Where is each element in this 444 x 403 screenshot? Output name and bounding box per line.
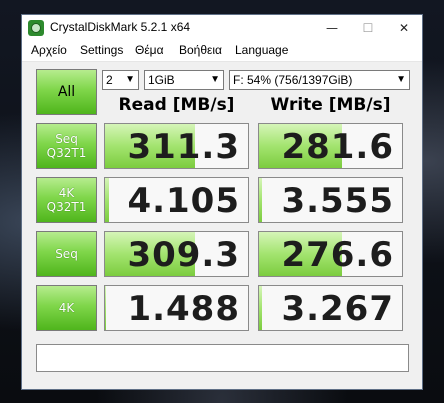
seq-q32t1-button[interactable]: Seq Q32T1 bbox=[36, 123, 97, 169]
read-value: 1.488 bbox=[127, 289, 240, 329]
row-label-line2: Q32T1 bbox=[46, 146, 87, 160]
menu-theme[interactable]: Θέμα bbox=[135, 43, 164, 57]
4k-q32t1-write-result: 3.555 bbox=[258, 177, 403, 223]
maximize-button[interactable]: ☐ bbox=[350, 15, 386, 41]
read-column-header: Read [MB/s] bbox=[118, 95, 235, 115]
write-value: 3.267 bbox=[281, 289, 394, 329]
4k-read-result: 1.488 bbox=[104, 285, 249, 331]
write-value: 281.6 bbox=[281, 127, 394, 167]
drive-select[interactable]: F: 54% (756/1397GiB) ▼ bbox=[229, 70, 410, 90]
test-count-select[interactable]: 2 ▼ bbox=[102, 70, 139, 90]
test-size-select[interactable]: 1GiB ▼ bbox=[144, 70, 224, 90]
chevron-down-icon: ▼ bbox=[396, 74, 406, 85]
4k-q32t1-button[interactable]: 4K Q32T1 bbox=[36, 177, 97, 223]
read-bar bbox=[105, 178, 110, 222]
chevron-down-icon: ▼ bbox=[125, 74, 135, 85]
close-button[interactable]: ✕ bbox=[386, 15, 422, 41]
run-all-button[interactable]: All bbox=[36, 69, 97, 115]
title-bar: CrystalDiskMark 5.2.1 x64 — ☐ ✕ bbox=[22, 15, 422, 41]
menu-language[interactable]: Language bbox=[235, 43, 288, 57]
drive-value: F: 54% (756/1397GiB) bbox=[233, 73, 353, 87]
write-value: 3.555 bbox=[281, 181, 394, 221]
test-size-value: 1GiB bbox=[148, 73, 175, 87]
write-bar bbox=[259, 286, 262, 330]
row-label-line2: Q32T1 bbox=[46, 200, 87, 214]
read-value: 4.105 bbox=[127, 181, 240, 221]
seq-read-result: 309.3 bbox=[104, 231, 249, 277]
write-bar bbox=[259, 178, 262, 222]
window-title: CrystalDiskMark 5.2.1 x64 bbox=[50, 20, 191, 34]
test-count-value: 2 bbox=[106, 73, 113, 87]
row-label-line1: 4K bbox=[58, 186, 75, 200]
4k-q32t1-read-result: 4.105 bbox=[104, 177, 249, 223]
row-label-line1: Seq bbox=[55, 247, 78, 261]
minimize-button[interactable]: — bbox=[314, 15, 350, 41]
seq-button[interactable]: Seq bbox=[36, 231, 97, 277]
write-column-header: Write [MB/s] bbox=[270, 95, 391, 115]
chevron-down-icon: ▼ bbox=[210, 74, 220, 85]
comment-input[interactable] bbox=[36, 344, 409, 372]
seq-q32t1-read-result: 311.3 bbox=[104, 123, 249, 169]
row-label-line1: 4K bbox=[58, 301, 75, 315]
4k-button[interactable]: 4K bbox=[36, 285, 97, 331]
menu-help[interactable]: Βοήθεια bbox=[179, 43, 222, 57]
menu-file[interactable]: Αρχείο bbox=[31, 43, 67, 57]
write-value: 276.6 bbox=[281, 235, 394, 275]
seq-q32t1-write-result: 281.6 bbox=[258, 123, 403, 169]
crystaldiskmark-icon bbox=[28, 20, 44, 36]
menu-bar: Αρχείο Settings Θέμα Βοήθεια Language bbox=[22, 41, 422, 62]
read-bar bbox=[105, 286, 107, 330]
app-window: CrystalDiskMark 5.2.1 x64 — ☐ ✕ Αρχείο S… bbox=[21, 14, 423, 390]
row-label-line1: Seq bbox=[55, 132, 78, 146]
read-value: 311.3 bbox=[127, 127, 240, 167]
read-value: 309.3 bbox=[127, 235, 240, 275]
menu-settings[interactable]: Settings bbox=[80, 43, 123, 57]
4k-write-result: 3.267 bbox=[258, 285, 403, 331]
seq-write-result: 276.6 bbox=[258, 231, 403, 277]
